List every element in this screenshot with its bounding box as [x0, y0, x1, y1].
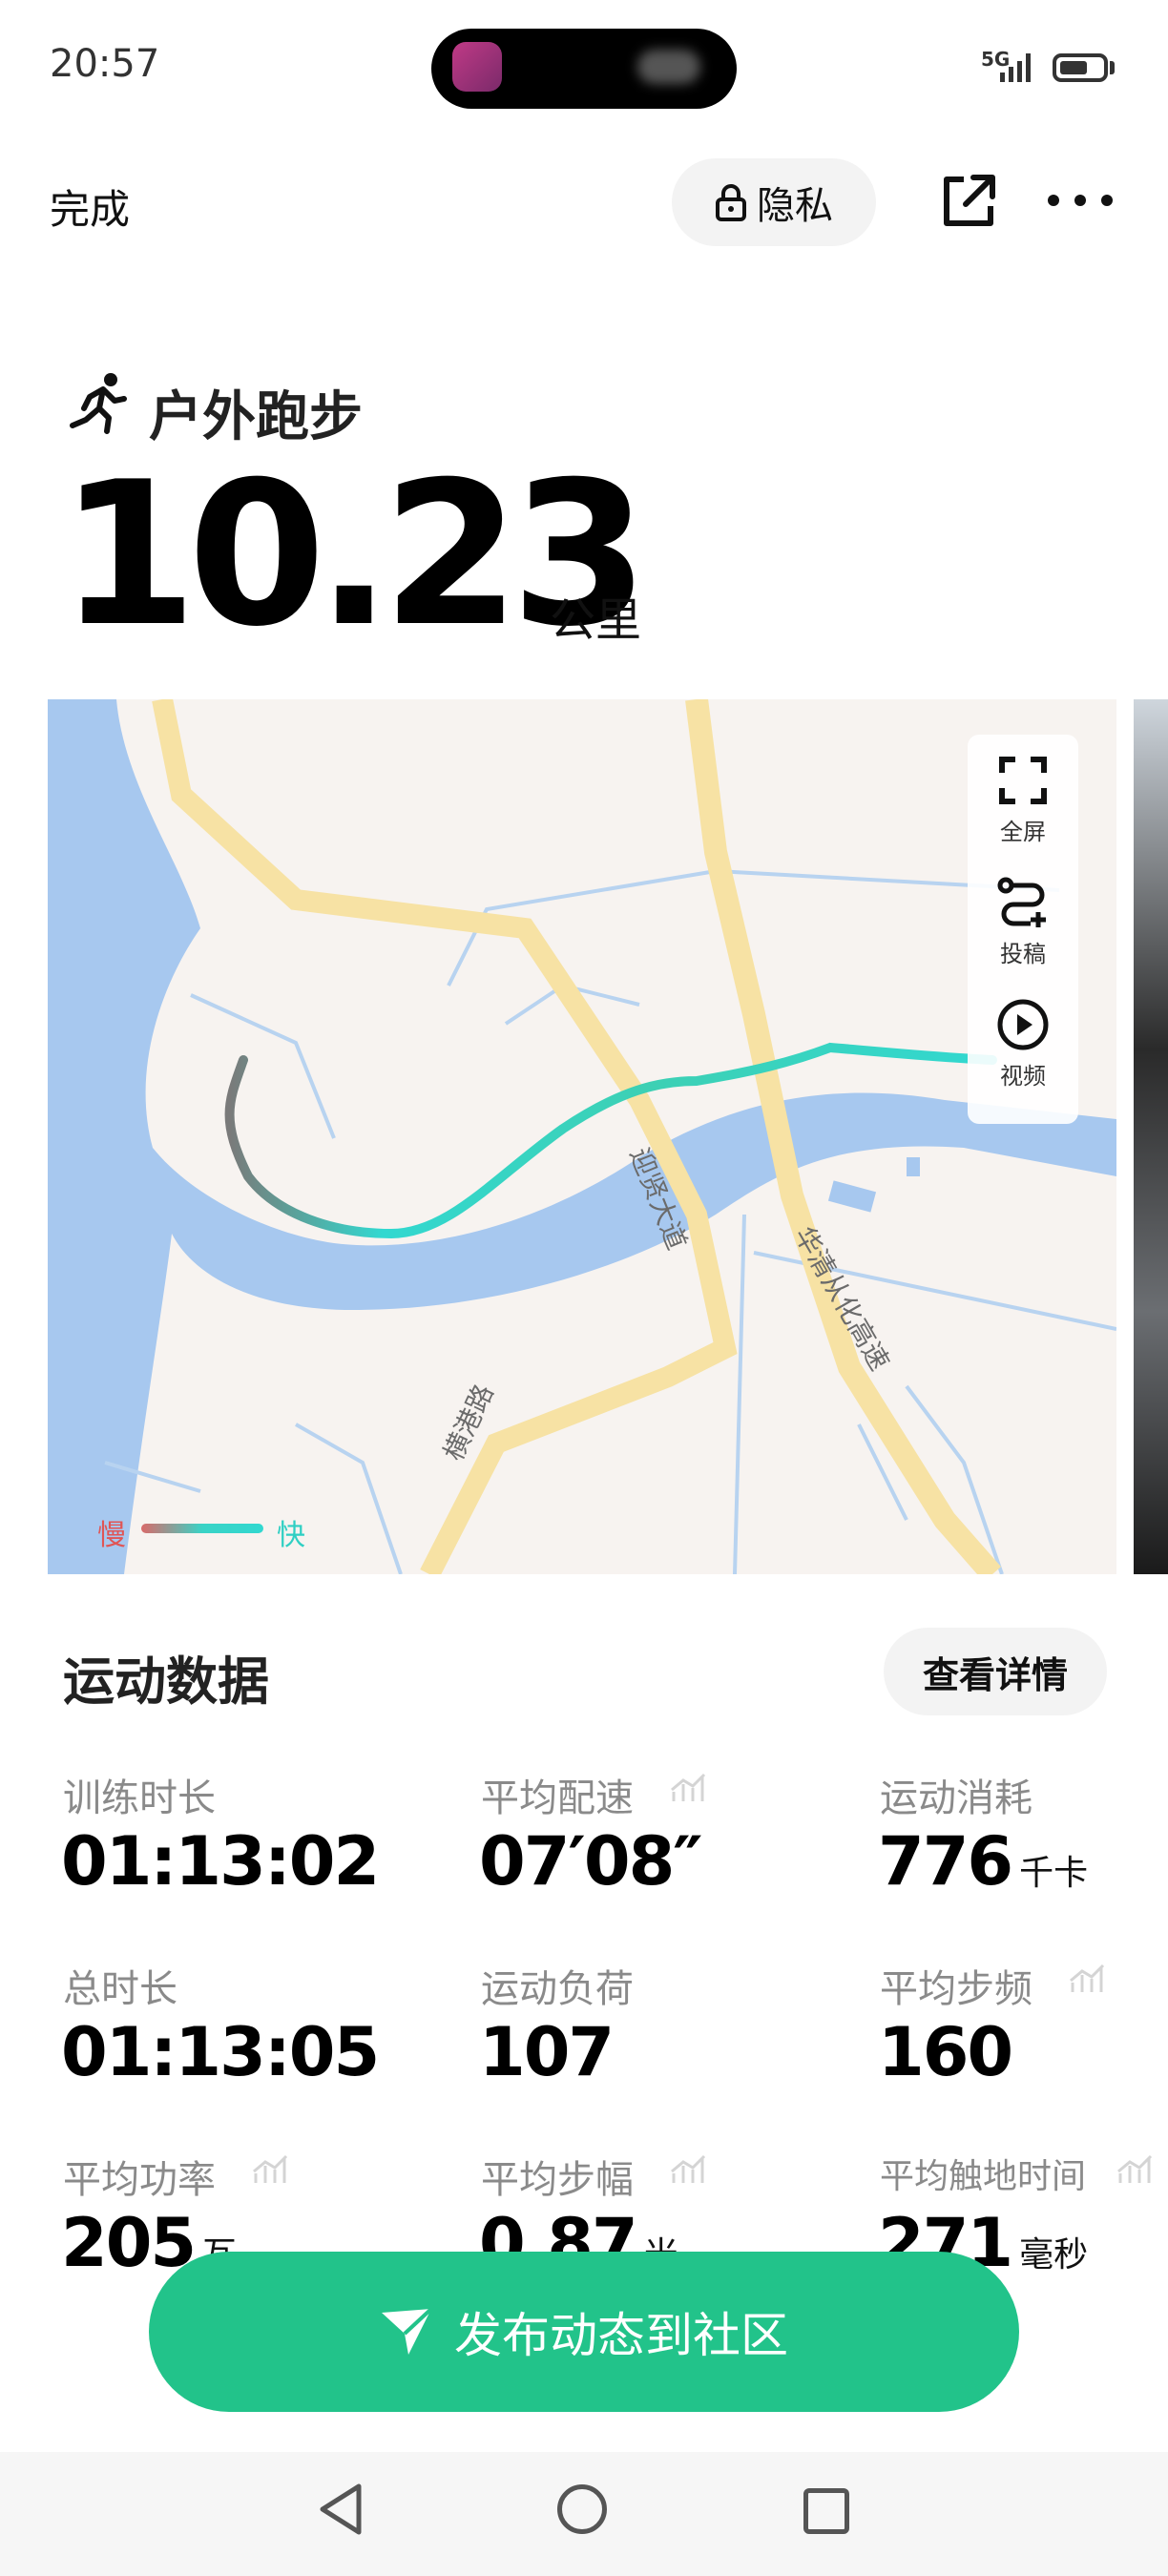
fullscreen-control[interactable]: 全屏 — [968, 754, 1078, 846]
stat-label: 平均步幅 — [481, 2158, 634, 2202]
lock-icon — [716, 184, 746, 221]
trend-chart-icon[interactable] — [1069, 1962, 1107, 1996]
stat-value: 07′08″ — [479, 1822, 703, 1901]
distance-unit: 公里 — [550, 593, 642, 647]
submit-control[interactable]: 投稿 — [968, 876, 1078, 968]
done-button[interactable]: 完成 — [50, 177, 130, 236]
stat-value: 776 千卡 — [878, 1822, 1089, 1901]
view-details-button[interactable]: 查看详情 — [884, 1628, 1107, 1715]
battery-tip — [1110, 61, 1115, 74]
stat-value: 01:13:02 — [61, 1822, 380, 1901]
trend-chart-icon[interactable] — [670, 2152, 708, 2187]
stat-label: 平均配速 — [481, 1776, 634, 1820]
section-title: 运动数据 — [63, 1652, 269, 1712]
stat-label: 平均触地时间 — [880, 2157, 1087, 2196]
share-icon[interactable] — [939, 172, 998, 231]
speed-legend-bar — [141, 1524, 263, 1533]
stat-value: 01:13:05 — [61, 2013, 380, 2091]
stat-value: 160 — [878, 2013, 1013, 2091]
publish-to-community-button[interactable]: 发布动态到社区 — [149, 2252, 1019, 2412]
nav-back-icon[interactable] — [313, 2481, 370, 2538]
stat-label: 训练时长 — [63, 1776, 216, 1820]
battery-level — [1060, 61, 1087, 74]
legend-slow: 慢 — [97, 1519, 126, 1552]
island-app-icon — [452, 42, 502, 92]
battery-icon — [1053, 53, 1108, 82]
status-time: 20:57 — [50, 42, 160, 86]
play-icon — [997, 999, 1049, 1050]
trend-chart-icon[interactable] — [1116, 2152, 1155, 2187]
video-control[interactable]: 视频 — [968, 998, 1078, 1091]
fullscreen-icon — [999, 757, 1047, 804]
route-map[interactable]: 迎贤大道 华清从化高速 横港路 — [48, 699, 1116, 1574]
map-side-panel — [1134, 699, 1168, 1574]
stat-value: 107 — [479, 2013, 615, 2091]
more-options-icon[interactable] — [1048, 191, 1113, 210]
submit-label: 投稿 — [1000, 941, 1046, 967]
nav-home-icon[interactable] — [557, 2484, 607, 2534]
stat-label: 总时长 — [63, 1967, 177, 2011]
stat-label: 运动消耗 — [880, 1776, 1032, 1820]
video-label: 视频 — [1000, 1063, 1046, 1090]
signal-icon — [1000, 53, 1031, 82]
trend-chart-icon[interactable] — [670, 1771, 708, 1805]
map-controls: 全屏 投稿 视频 — [968, 735, 1078, 1124]
privacy-label: 隐私 — [757, 184, 833, 228]
route-submit-icon — [997, 877, 1046, 927]
running-icon — [70, 373, 127, 434]
stat-label: 运动负荷 — [481, 1967, 634, 2011]
map-canvas: 迎贤大道 华清从化高速 横港路 — [48, 699, 1116, 1574]
send-icon — [382, 2307, 433, 2355]
stat-label: 平均功率 — [63, 2158, 216, 2202]
island-activity-indicator — [637, 50, 700, 84]
fullscreen-label: 全屏 — [1000, 819, 1046, 845]
publish-label: 发布动态到社区 — [454, 2308, 788, 2363]
trend-chart-icon[interactable] — [252, 2152, 290, 2187]
legend-fast: 快 — [277, 1519, 305, 1552]
stat-label: 平均步频 — [880, 1967, 1032, 2011]
privacy-button[interactable]: 隐私 — [672, 158, 876, 246]
nav-recents-icon[interactable] — [803, 2488, 849, 2534]
